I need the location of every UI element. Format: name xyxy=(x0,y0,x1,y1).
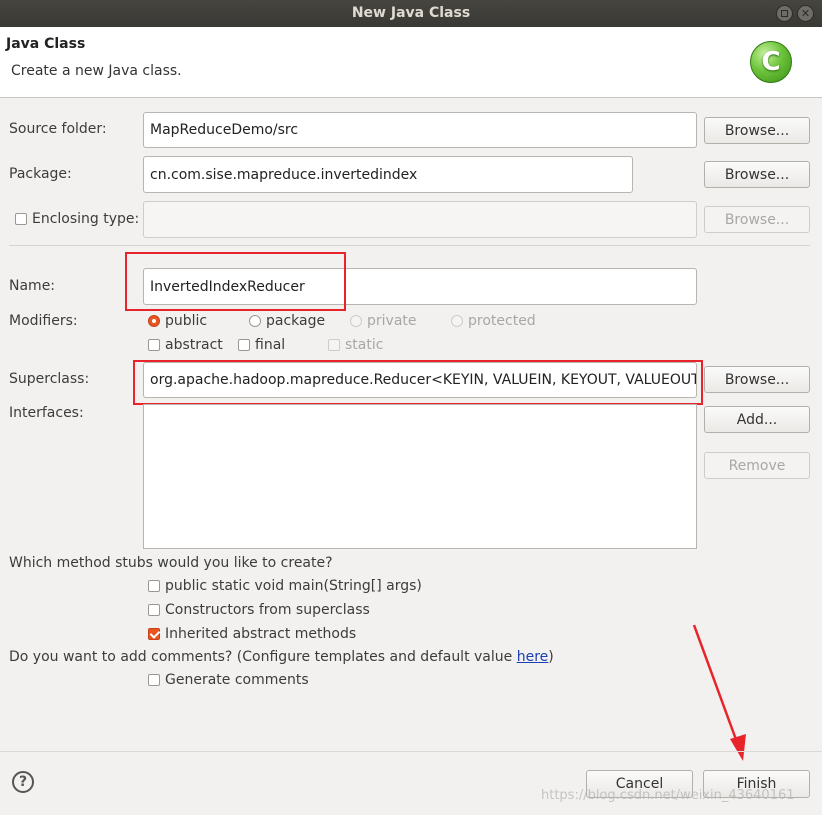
modifier-abstract-checkbox[interactable] xyxy=(148,339,160,351)
source-folder-browse-button[interactable]: Browse... xyxy=(704,117,810,144)
interfaces-label: Interfaces: xyxy=(9,405,84,421)
footer-divider xyxy=(0,751,822,752)
enclosing-type-checkbox[interactable] xyxy=(15,213,27,225)
banner-subtitle: Create a new Java class. xyxy=(11,63,182,79)
window-title: New Java Class xyxy=(351,5,471,21)
section-divider xyxy=(9,245,810,246)
stub-constructors-checkbox[interactable] xyxy=(148,604,160,616)
interfaces-remove-button[interactable]: Remove xyxy=(704,452,810,479)
stub-inherited-label: Inherited abstract methods xyxy=(165,626,357,642)
java-class-logo-icon: C xyxy=(750,41,792,83)
modifier-private-label: private xyxy=(367,313,417,329)
modifiers-label: Modifiers: xyxy=(9,313,78,329)
comments-question-text: Do you want to add comments? (Configure … xyxy=(9,649,517,665)
modifier-public-label: public xyxy=(165,313,208,329)
watermark-text: https://blog.csdn.net/weixin_43640161 xyxy=(541,788,795,803)
stub-main-checkbox[interactable] xyxy=(148,580,160,592)
stub-constructors-label: Constructors from superclass xyxy=(165,602,370,618)
interfaces-list[interactable] xyxy=(143,404,697,549)
annotation-arrow-shaft xyxy=(692,624,740,746)
package-label: Package: xyxy=(9,166,72,182)
package-browse-button[interactable]: Browse... xyxy=(704,161,810,188)
modifier-static-checkbox[interactable] xyxy=(328,339,340,351)
modifier-protected-radio[interactable] xyxy=(451,315,463,327)
modifier-final-checkbox[interactable] xyxy=(238,339,250,351)
maximize-button[interactable] xyxy=(776,5,793,22)
close-button[interactable]: ✕ xyxy=(797,5,814,22)
wizard-banner: Java Class Create a new Java class. C xyxy=(0,27,822,98)
modifier-public-radio[interactable] xyxy=(148,315,160,327)
help-icon[interactable]: ? xyxy=(12,771,34,793)
superclass-label: Superclass: xyxy=(9,371,90,387)
stub-main-label: public static void main(String[] args) xyxy=(165,578,422,594)
maximize-icon xyxy=(781,10,788,17)
interfaces-add-button[interactable]: Add... xyxy=(704,406,810,433)
annotation-arrow xyxy=(692,624,746,761)
source-folder-input[interactable]: MapReduceDemo/src xyxy=(143,112,697,148)
comments-question: Do you want to add comments? (Configure … xyxy=(9,649,554,665)
modifier-package-label: package xyxy=(266,313,326,329)
window-controls: ✕ xyxy=(776,5,814,22)
modifier-static-label: static xyxy=(345,337,384,353)
modifier-private-radio[interactable] xyxy=(350,315,362,327)
name-label: Name: xyxy=(9,278,56,294)
annotation-arrow-head xyxy=(730,734,746,761)
source-folder-label: Source folder: xyxy=(9,121,107,137)
close-icon: ✕ xyxy=(800,7,811,20)
modifier-final-label: final xyxy=(255,337,286,353)
generate-comments-checkbox[interactable] xyxy=(148,674,160,686)
enclosing-type-label: Enclosing type: xyxy=(32,211,140,227)
stub-inherited-checkbox[interactable] xyxy=(148,628,160,640)
comments-question-suffix: ) xyxy=(548,649,554,665)
modifier-protected-label: protected xyxy=(468,313,536,329)
package-input[interactable]: cn.com.sise.mapreduce.invertedindex xyxy=(143,156,633,193)
method-stubs-question: Which method stubs would you like to cre… xyxy=(9,555,333,571)
enclosing-type-input[interactable] xyxy=(143,201,697,238)
superclass-annotation-box xyxy=(133,360,703,405)
window-titlebar: New Java Class ✕ xyxy=(0,0,822,27)
modifier-package-radio[interactable] xyxy=(249,315,261,327)
enclosing-type-browse-button[interactable]: Browse... xyxy=(704,206,810,233)
configure-templates-link[interactable]: here xyxy=(517,649,549,665)
name-annotation-box xyxy=(125,252,346,311)
banner-title: Java Class xyxy=(6,36,86,52)
superclass-browse-button[interactable]: Browse... xyxy=(704,366,810,393)
generate-comments-label: Generate comments xyxy=(165,672,309,688)
modifier-abstract-label: abstract xyxy=(165,337,223,353)
